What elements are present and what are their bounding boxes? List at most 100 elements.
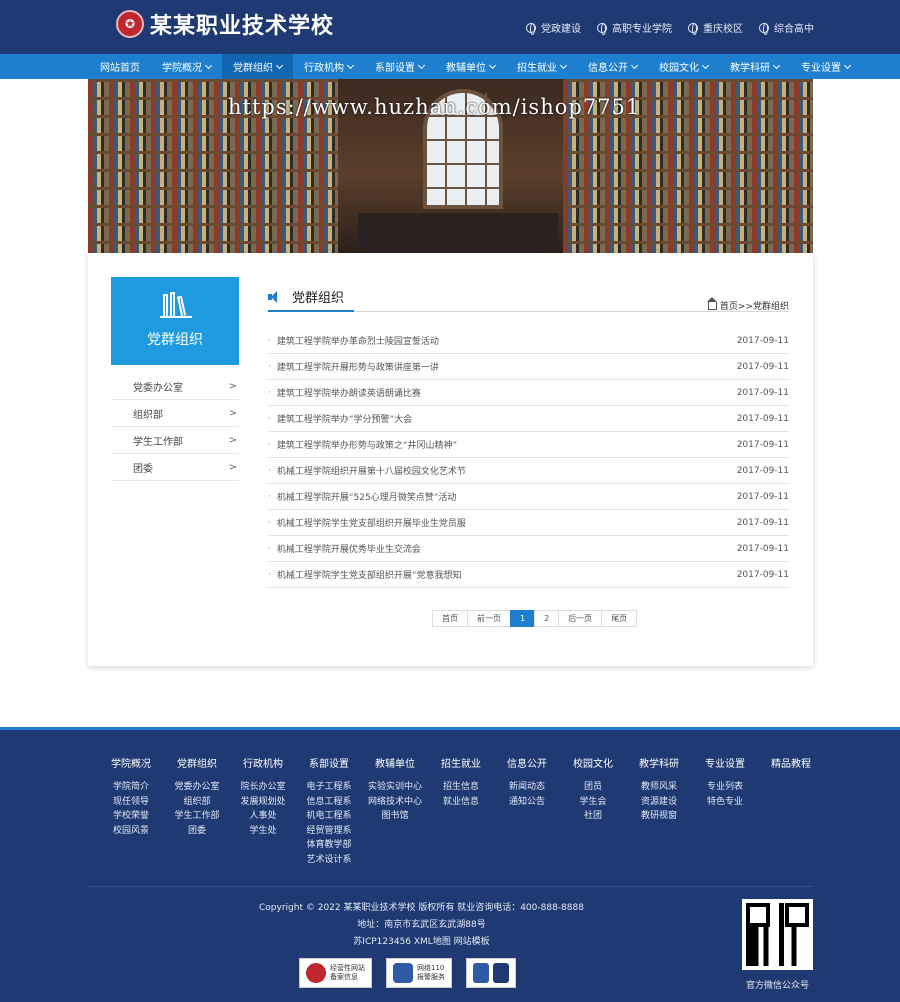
pager-page-2[interactable]: 2 (534, 610, 560, 627)
icp-text[interactable]: 苏ICP123456 XML地图 网站模板 (230, 934, 613, 951)
list-item[interactable]: · 机械工程学院开展“525心理月微笑点赞”活动 2017-09-11 (268, 484, 789, 510)
list-item[interactable]: · 建筑工程学院举办朗读英语朗诵比赛 2017-09-11 (268, 380, 789, 406)
top-link[interactable]: 高职专业学院 (597, 20, 672, 35)
footer-link[interactable]: 网络技术中心 (362, 795, 428, 810)
nav-item[interactable]: 网站首页 (89, 54, 151, 79)
nav-item[interactable]: 教辅单位 (435, 54, 506, 79)
nav-item[interactable]: 专业设置 (790, 54, 861, 79)
footer-link[interactable]: 学生工作部 (164, 809, 230, 824)
list-item[interactable]: · 机械工程学院开展优秀毕业生交流会 2017-09-11 (268, 536, 789, 562)
footer-link[interactable]: 体育教学部 (296, 838, 362, 853)
nav-item[interactable]: 系部设置 (364, 54, 435, 79)
pager-first[interactable]: 首页 (432, 610, 468, 627)
nav-item[interactable]: 信息公开 (577, 54, 648, 79)
article-title[interactable]: 建筑工程学院举办朗读英语朗诵比赛 (277, 386, 421, 399)
badge-security[interactable] (466, 958, 516, 988)
footer-column-heading[interactable]: 专业设置 (692, 755, 758, 770)
footer-link[interactable]: 教研视窗 (626, 809, 692, 824)
list-item[interactable]: · 建筑工程学院举办“学分预警”大会 2017-09-11 (268, 406, 789, 432)
sidebar-item[interactable]: 团委 > (111, 454, 239, 481)
chevron-right-icon: > (228, 380, 237, 392)
article-title[interactable]: 建筑工程学院开展形势与政策讲座第一讲 (277, 360, 439, 373)
top-link[interactable]: 重庆校区 (688, 20, 743, 35)
footer-column-heading[interactable]: 系部设置 (296, 755, 362, 770)
title-underline (268, 310, 354, 312)
article-title[interactable]: 建筑工程学院举办形势与政策之“井冈山精神” (277, 438, 457, 451)
list-item[interactable]: · 建筑工程学院开展形势与政策讲座第一讲 2017-09-11 (268, 354, 789, 380)
footer-column-heading[interactable]: 教学科研 (626, 755, 692, 770)
nav-item[interactable]: 行政机构 (293, 54, 364, 79)
footer-link[interactable]: 特色专业 (692, 795, 758, 810)
footer-link[interactable]: 资源建设 (626, 795, 692, 810)
article-title[interactable]: 机械工程学院开展“525心理月微笑点赞”活动 (277, 490, 457, 503)
footer-column: 教辅单位实验实训中心 网络技术中心 图书馆 (362, 755, 428, 867)
badge-business-site[interactable]: 经营性网站 备案信息 (299, 958, 372, 988)
footer-column-heading[interactable]: 校园文化 (560, 755, 626, 770)
list-item[interactable]: · 机械工程学院学生党支部组织开展“党意我想知 2017-09-11 (268, 562, 789, 588)
article-title[interactable]: 建筑工程学院举办“学分预警”大会 (277, 412, 412, 425)
footer-link[interactable]: 发展规划处 (230, 795, 296, 810)
top-link[interactable]: 党政建设 (526, 20, 581, 35)
footer-column-heading[interactable]: 学院概况 (98, 755, 164, 770)
footer-link[interactable]: 就业信息 (428, 795, 494, 810)
footer-link[interactable]: 社团 (560, 809, 626, 824)
article-title[interactable]: 机械工程学院学生党支部组织开展毕业生党员服 (277, 516, 466, 529)
footer-link[interactable]: 现任领导 (98, 795, 164, 810)
pager-next[interactable]: 后一页 (558, 610, 603, 627)
nav-item[interactable]: 招生就业 (506, 54, 577, 79)
footer-link[interactable]: 艺术设计系 (296, 853, 362, 868)
footer-link[interactable]: 团委 (164, 824, 230, 839)
sidebar-item[interactable]: 学生工作部 > (111, 427, 239, 454)
footer-column: 学院概况学院简介 现任领导 学校荣誉 校园风景 (98, 755, 164, 867)
nav-item[interactable]: 校园文化 (648, 54, 719, 79)
bullet-icon: · (268, 465, 271, 476)
footer-link[interactable]: 学院简介 (98, 780, 164, 795)
footer-column-heading[interactable]: 行政机构 (230, 755, 296, 770)
school-logo[interactable]: ✪ 某某职业技术学校 (116, 9, 334, 39)
pager-last[interactable]: 尾页 (601, 610, 638, 627)
footer-column-heading[interactable]: 招生就业 (428, 755, 494, 770)
article-title[interactable]: 机械工程学院学生党支部组织开展“党意我想知 (277, 568, 462, 581)
pager-prev[interactable]: 前一页 (467, 610, 511, 627)
list-item[interactable]: · 机械工程学院组织开展第十八届校园文化艺术节 2017-09-11 (268, 458, 789, 484)
sidebar-item[interactable]: 组织部 > (111, 400, 239, 427)
footer-link[interactable]: 学生会 (560, 795, 626, 810)
article-title[interactable]: 机械工程学院组织开展第十八届校园文化艺术节 (277, 464, 466, 477)
footer-link[interactable]: 通知公告 (494, 795, 560, 810)
footer-link[interactable]: 人事处 (230, 809, 296, 824)
badge-police-110[interactable]: 网络110 报警服务 (386, 958, 452, 988)
footer-column-heading[interactable]: 党群组织 (164, 755, 230, 770)
footer-link[interactable]: 信息工程系 (296, 795, 362, 810)
footer-link[interactable]: 专业列表 (692, 780, 758, 795)
pager-page-1[interactable]: 1 (510, 610, 536, 627)
nav-item[interactable]: 党群组织 (222, 54, 293, 79)
footer-link[interactable]: 电子工程系 (296, 780, 362, 795)
footer-link[interactable]: 经贸管理系 (296, 824, 362, 839)
article-title[interactable]: 机械工程学院开展优秀毕业生交流会 (277, 542, 421, 555)
footer-link[interactable]: 新闻动态 (494, 780, 560, 795)
sidebar-item[interactable]: 党委办公室 > (111, 373, 239, 400)
footer-link[interactable]: 学校荣誉 (98, 809, 164, 824)
footer-link[interactable]: 党委办公室 (164, 780, 230, 795)
footer-link[interactable]: 院长办公室 (230, 780, 296, 795)
footer-link[interactable]: 校园风景 (98, 824, 164, 839)
footer-link[interactable]: 团员 (560, 780, 626, 795)
list-item[interactable]: · 建筑工程学院举办革命烈士陵园宣誓活动 2017-09-11 (268, 328, 789, 354)
nav-item[interactable]: 学院概况 (151, 54, 222, 79)
footer-link[interactable]: 组织部 (164, 795, 230, 810)
footer-link[interactable]: 实验实训中心 (362, 780, 428, 795)
footer-column-heading[interactable]: 教辅单位 (362, 755, 428, 770)
article-title[interactable]: 建筑工程学院举办革命烈士陵园宣誓活动 (277, 334, 439, 347)
nav-item[interactable]: 教学科研 (719, 54, 790, 79)
top-link[interactable]: 综合高中 (759, 20, 814, 35)
footer-link[interactable]: 招生信息 (428, 780, 494, 795)
footer-link[interactable]: 学生处 (230, 824, 296, 839)
footer-link[interactable]: 图书馆 (362, 809, 428, 824)
footer-column-heading[interactable]: 精品教程 (758, 755, 824, 770)
footer-column-heading[interactable]: 信息公开 (494, 755, 560, 770)
watermark-text: https://www.huzhan.com/ishop7751 (228, 95, 641, 119)
list-item[interactable]: · 建筑工程学院举办形势与政策之“井冈山精神” 2017-09-11 (268, 432, 789, 458)
footer-link[interactable]: 教师风采 (626, 780, 692, 795)
list-item[interactable]: · 机械工程学院学生党支部组织开展毕业生党员服 2017-09-11 (268, 510, 789, 536)
footer-link[interactable]: 机电工程系 (296, 809, 362, 824)
